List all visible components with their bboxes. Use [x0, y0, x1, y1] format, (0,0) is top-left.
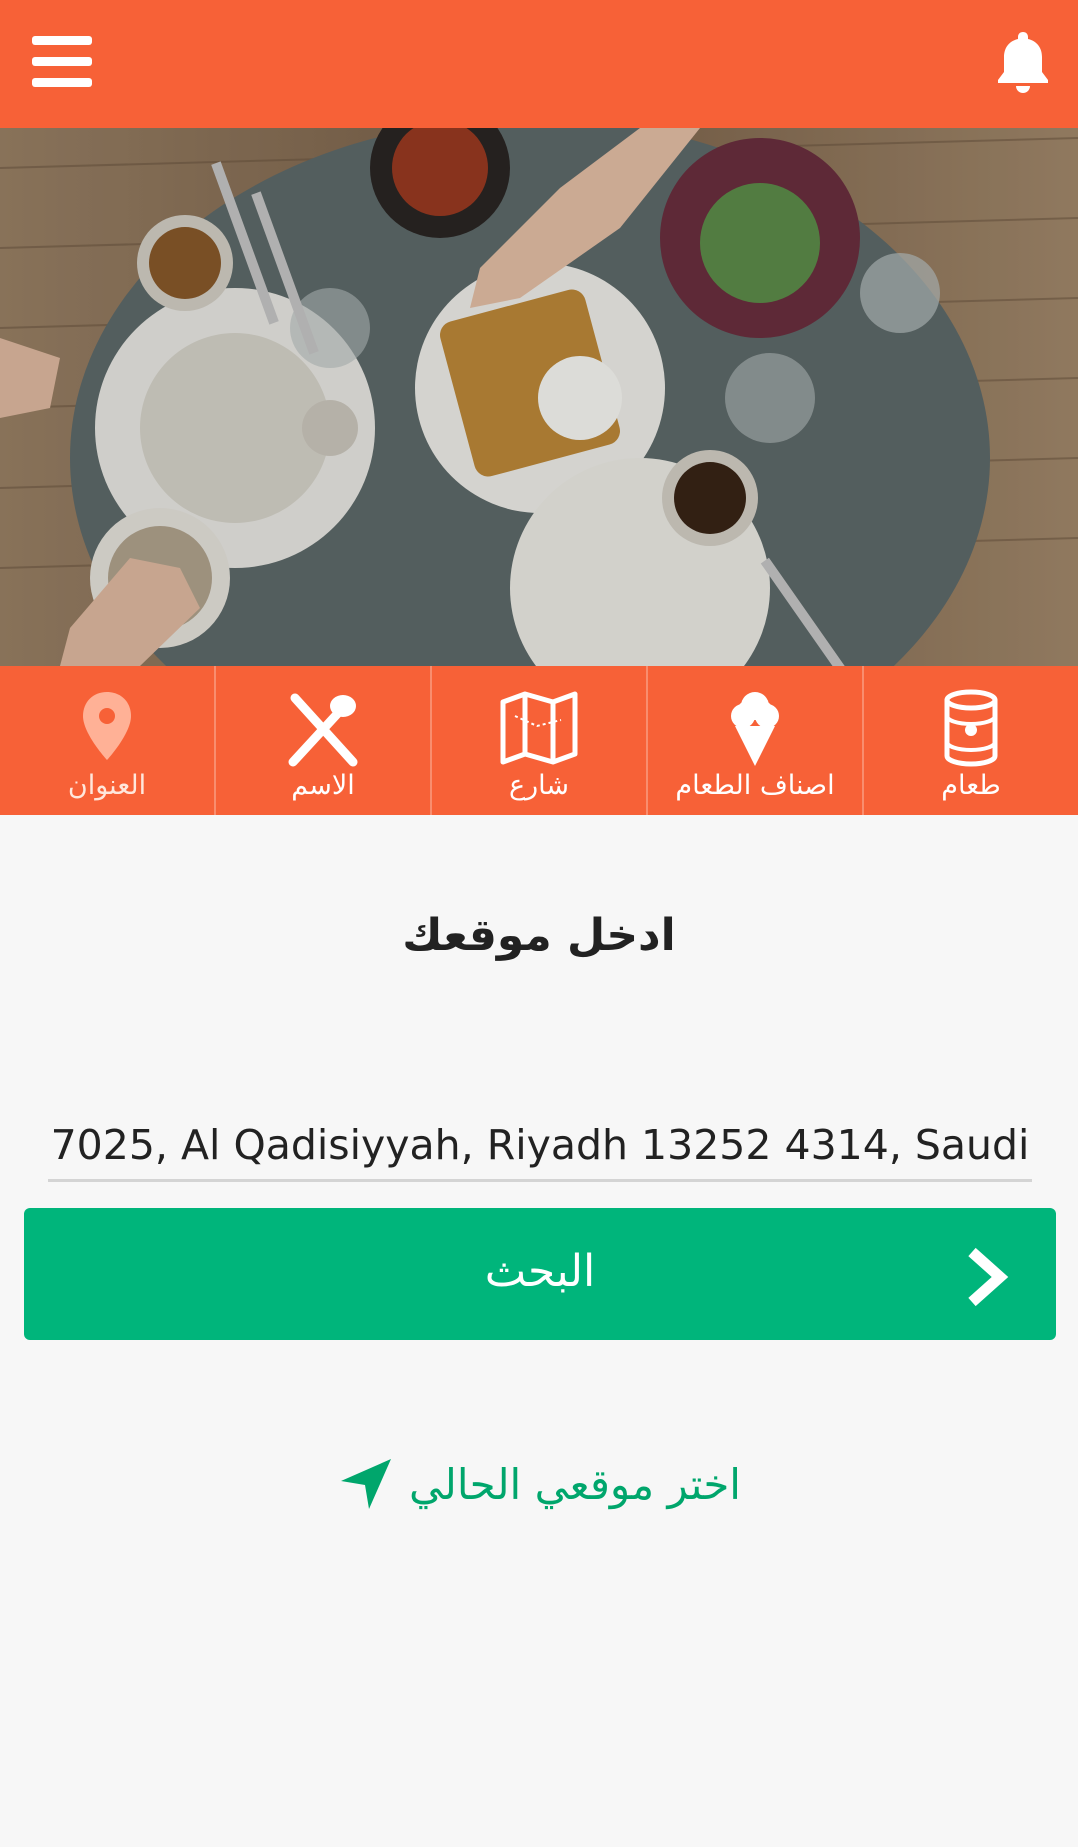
- category-bar: العنوان الاسم شارع اصناف الطعام طعام: [0, 666, 1078, 815]
- current-location-label: اختر موقعي الحالي: [409, 1459, 741, 1509]
- category-address[interactable]: العنوان: [0, 666, 216, 815]
- location-pin-icon: [83, 692, 131, 760]
- search-button-label: البحث: [484, 1246, 596, 1297]
- category-label: شارع: [509, 770, 569, 801]
- map-icon: [500, 691, 578, 765]
- hamburger-menu-icon[interactable]: [32, 36, 92, 88]
- category-food[interactable]: طعام: [864, 666, 1078, 815]
- category-label: العنوان: [67, 770, 147, 801]
- category-street[interactable]: شارع: [432, 666, 648, 815]
- navigation-arrow-icon: [341, 1459, 392, 1509]
- page-title: ادخل موقعك: [402, 910, 676, 961]
- chevron-right-icon: [968, 1247, 1009, 1307]
- fork-spoon-icon: [288, 693, 358, 767]
- bell-icon[interactable]: [996, 30, 1050, 94]
- app-header: [0, 0, 1078, 128]
- category-label: الاسم: [291, 770, 355, 801]
- address-input[interactable]: [48, 1110, 1032, 1182]
- can-icon: [944, 689, 998, 767]
- category-name[interactable]: الاسم: [216, 666, 432, 815]
- category-food-types[interactable]: اصناف الطعام: [648, 666, 864, 815]
- current-location-link[interactable]: اختر موقعي الحالي: [0, 1444, 1078, 1524]
- ice-cream-icon: [731, 692, 779, 766]
- search-button[interactable]: البحث: [24, 1208, 1056, 1340]
- category-label: طعام: [941, 770, 1001, 801]
- category-label: اصناف الطعام: [675, 770, 835, 801]
- hero-image: [0, 128, 1078, 666]
